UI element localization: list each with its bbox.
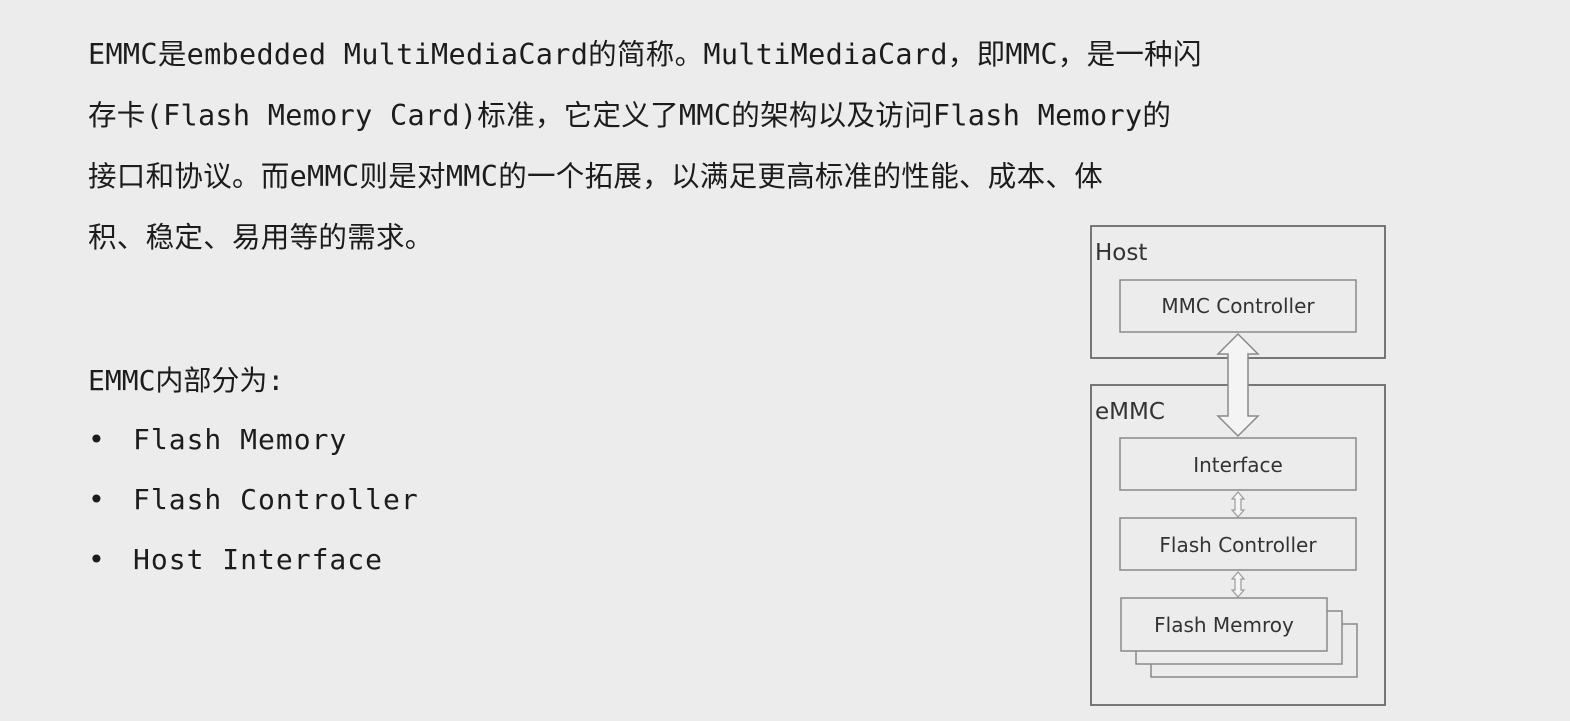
bullet-icon: •	[88, 543, 106, 576]
list-item-label: Host Interface	[133, 543, 384, 576]
list-item-label: Flash Memory	[133, 423, 348, 456]
intro-line-1: EMMC是embedded MultiMediaCard的简称。MultiMed…	[88, 38, 1202, 71]
list-item-label: Flash Controller	[133, 483, 419, 516]
list-item: • Flash Memory	[88, 410, 419, 470]
flash-controller-label: Flash Controller	[1159, 533, 1317, 557]
intro-line-3: 接口和协议。而eMMC则是对MMC的一个拓展，以满足更高标准的性能、成本、体	[88, 160, 1104, 193]
emmc-architecture-diagram: Host MMC Controller eMMC Interface Flash…	[1085, 220, 1395, 710]
bullet-icon: •	[88, 483, 106, 516]
interface-label: Interface	[1193, 453, 1283, 477]
intro-line-2: 存卡(Flash Memory Card)标准，它定义了MMC的架构以及访问Fl…	[88, 99, 1172, 132]
section-title: EMMC内部分为:	[88, 364, 285, 397]
list-item: • Flash Controller	[88, 470, 419, 530]
flash-memory-label: Flash Memroy	[1154, 613, 1294, 637]
list-item: • Host Interface	[88, 530, 419, 590]
bullet-icon: •	[88, 423, 106, 456]
emmc-label: eMMC	[1095, 399, 1165, 425]
component-list: • Flash Memory • Flash Controller • Host…	[88, 410, 419, 590]
mmc-controller-label: MMC Controller	[1161, 294, 1315, 318]
host-label: Host	[1095, 240, 1147, 266]
